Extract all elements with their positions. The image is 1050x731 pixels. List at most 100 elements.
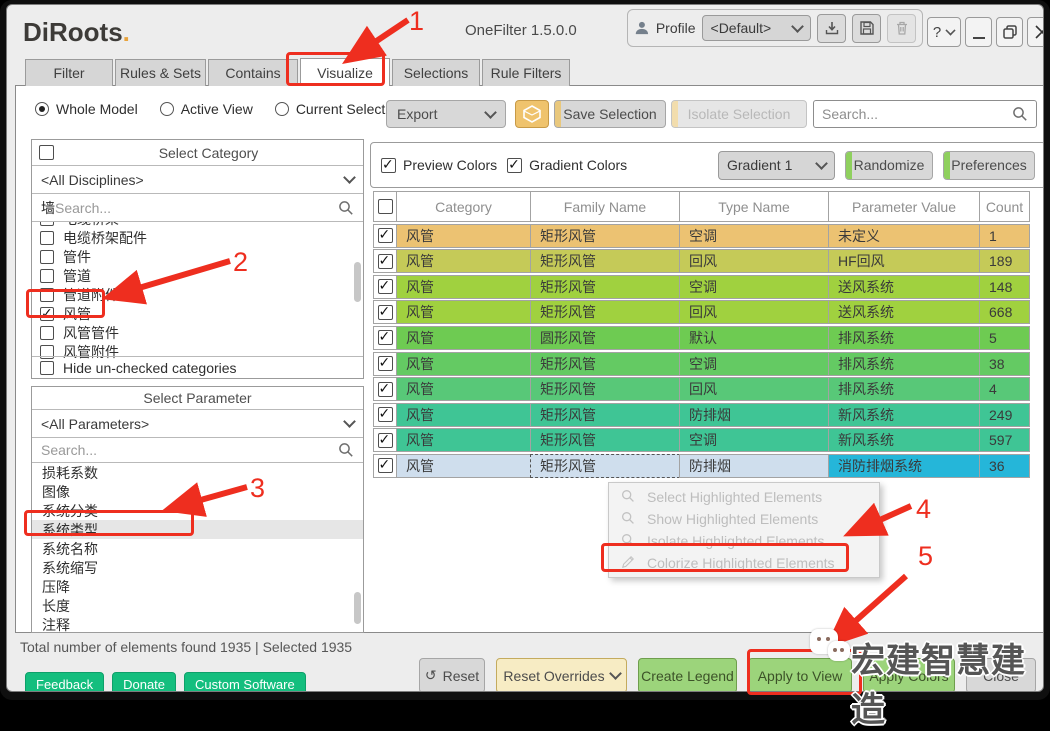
restore-button[interactable] <box>996 17 1023 47</box>
hide-unchecked-checkbox[interactable]: Hide un-checked categories <box>32 356 363 378</box>
close-button[interactable] <box>1027 17 1044 47</box>
cell-count: 5 <box>979 326 1030 350</box>
donate-button[interactable]: Donate <box>112 672 176 692</box>
parameter-search-input[interactable]: Search... <box>32 438 363 463</box>
row-checkbox[interactable] <box>378 279 393 294</box>
global-search-input[interactable]: Search... <box>813 100 1037 128</box>
category-item-管件[interactable]: 管件 <box>32 247 363 266</box>
create-legend-button[interactable]: Create Legend <box>638 658 737 692</box>
parameter-item-系统缩写[interactable]: 系统缩写 <box>32 558 363 577</box>
tab-selections[interactable]: Selections <box>392 59 480 86</box>
preferences-button[interactable]: Preferences <box>943 151 1035 180</box>
cell-category: 风管 <box>396 275 531 299</box>
chevron-down-icon <box>815 157 828 170</box>
export-dropdown[interactable]: Export <box>386 100 506 128</box>
import-profile-button[interactable] <box>817 14 846 43</box>
row-checkbox[interactable] <box>378 382 393 397</box>
category-item-风管管件[interactable]: 风管管件 <box>32 323 363 342</box>
save-selection-button[interactable]: Save Selection <box>554 100 666 128</box>
table-row[interactable]: 风管矩形风管空调未定义1 <box>373 224 1035 248</box>
table-row[interactable]: 风管矩形风管空调送风系统148 <box>373 275 1035 299</box>
table-row[interactable]: 风管矩形风管空调排风系统38 <box>373 352 1035 376</box>
column-header-parameter-value: Parameter Value <box>828 191 980 222</box>
row-checkbox[interactable] <box>378 305 393 320</box>
category-checkbox[interactable] <box>40 222 54 226</box>
randomize-button[interactable]: Randomize <box>845 151 933 180</box>
category-checkbox[interactable] <box>40 250 54 264</box>
row-checkbox[interactable] <box>378 228 393 243</box>
parameter-dropdown[interactable]: <All Parameters> <box>32 410 363 438</box>
help-button[interactable]: ? <box>927 17 961 47</box>
row-checkbox[interactable] <box>378 458 393 473</box>
category-checkbox[interactable] <box>40 326 54 340</box>
preview-colors-checkbox[interactable]: Preview Colors <box>381 157 497 173</box>
delete-profile-button[interactable] <box>887 14 916 43</box>
parameter-item-注释[interactable]: 注释 <box>32 615 363 634</box>
save-profile-button[interactable] <box>852 14 881 43</box>
reset-overrides-button[interactable]: Reset Overrides <box>496 658 627 692</box>
cell-type: 回风 <box>679 249 829 273</box>
profile-select[interactable]: <Default> <box>702 15 811 41</box>
category-scrollbar[interactable] <box>354 262 361 302</box>
parameter-scrollbar[interactable] <box>354 592 361 624</box>
radio-current-selection[interactable]: Current Selection <box>275 101 404 117</box>
minimize-icon <box>973 37 985 39</box>
parameter-item-压降[interactable]: 压降 <box>32 577 363 596</box>
chevron-down-icon <box>484 106 497 119</box>
table-row[interactable]: 风管矩形风管回风排风系统4 <box>373 377 1035 401</box>
tab-rule-filters[interactable]: Rule Filters <box>482 59 570 86</box>
category-search-input[interactable]: 墙 Search... <box>32 194 363 222</box>
table-row[interactable]: 风管矩形风管回风HF回风189 <box>373 249 1035 273</box>
parameter-item-图像[interactable]: 图像 <box>32 482 363 501</box>
tab-contains[interactable]: Contains <box>208 59 298 86</box>
parameter-panel-title: Select Parameter <box>32 390 363 406</box>
hide-unchecked-label: Hide un-checked categories <box>63 360 237 376</box>
watermark-text: 宏建智慧建造 <box>851 633 1050 731</box>
row-checkbox[interactable] <box>378 433 393 448</box>
table-row[interactable]: 风管矩形风管防排烟新风系统249 <box>373 403 1035 427</box>
row-checkbox[interactable] <box>378 254 393 269</box>
minimize-button[interactable] <box>965 17 992 47</box>
table-row[interactable]: 风管矩形风管防排烟消防排烟系统36 <box>373 454 1035 478</box>
row-checkbox[interactable] <box>378 356 393 371</box>
radio-whole-model[interactable]: Whole Model <box>35 101 138 117</box>
reset-button[interactable]: ↺Reset <box>419 658 485 692</box>
cell-family: 矩形风管 <box>530 249 680 273</box>
table-row[interactable]: 风管矩形风管空调新风系统597 <box>373 428 1035 452</box>
hexagon-tool-button[interactable] <box>515 100 549 128</box>
column-header-type-name: Type Name <box>679 191 829 222</box>
menu-item-select-highlighted-elements[interactable]: Select Highlighted Elements <box>609 486 879 508</box>
gradient-select[interactable]: Gradient 1 <box>718 151 835 180</box>
discipline-dropdown[interactable]: <All Disciplines> <box>32 166 363 194</box>
parameter-item-损耗系数[interactable]: 损耗系数 <box>32 463 363 482</box>
row-checkbox-cell <box>373 352 397 376</box>
category-checkbox[interactable] <box>40 269 54 283</box>
parameter-item-长度[interactable]: 长度 <box>32 596 363 615</box>
tab-filter[interactable]: Filter <box>25 59 113 86</box>
tab-rules-sets[interactable]: Rules & Sets <box>115 59 206 86</box>
row-checkbox-cell <box>373 403 397 427</box>
feedback-button[interactable]: Feedback <box>25 672 104 692</box>
gradient-colors-checkbox[interactable]: Gradient Colors <box>507 157 627 173</box>
category-checkbox[interactable] <box>40 231 54 245</box>
row-checkbox[interactable] <box>378 407 393 422</box>
category-item-电缆桥架配件[interactable]: 电缆桥架配件 <box>32 228 363 247</box>
radio-label: Whole Model <box>56 101 138 117</box>
table-row[interactable]: 风管圆形风管默认排风系统5 <box>373 326 1035 350</box>
row-checkbox[interactable] <box>378 330 393 345</box>
discipline-value: <All Disciplines> <box>41 172 144 188</box>
annotation-label-3: 3 <box>250 473 265 504</box>
isolate-selection-button[interactable]: Isolate Selection <box>671 100 807 128</box>
table-header-row: CategoryFamily NameType NameParameter Va… <box>373 191 1035 222</box>
cell-value: 未定义 <box>828 224 980 248</box>
cell-family: 矩形风管 <box>530 454 680 478</box>
parameter-item-系统名称[interactable]: 系统名称 <box>32 539 363 558</box>
category-item-管道[interactable]: 管道 <box>32 266 363 285</box>
select-all-rows-checkbox[interactable] <box>378 199 393 214</box>
custom-software-button[interactable]: Custom Software <box>184 672 306 692</box>
menu-item-show-highlighted-elements[interactable]: Show Highlighted Elements <box>609 508 879 530</box>
radio-active-view[interactable]: Active View <box>160 101 253 117</box>
cell-category: 风管 <box>396 454 531 478</box>
select-all-categories-checkbox[interactable] <box>39 145 54 160</box>
table-row[interactable]: 风管矩形风管回风送风系统668 <box>373 300 1035 324</box>
